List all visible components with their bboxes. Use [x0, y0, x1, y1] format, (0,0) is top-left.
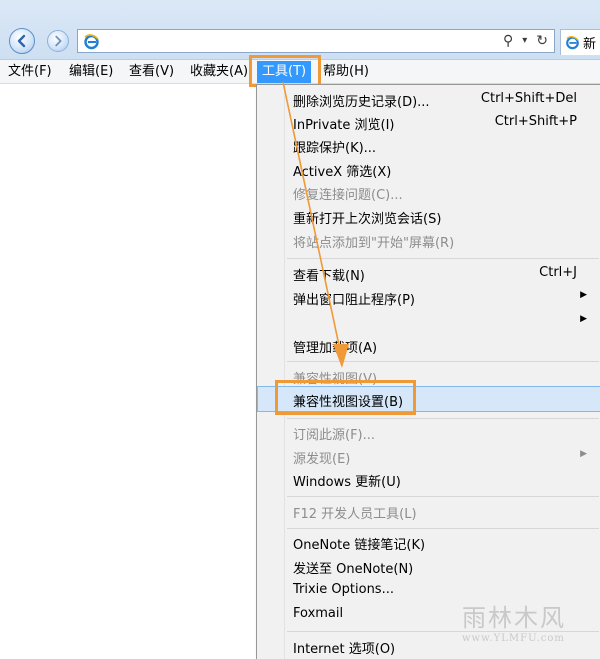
menu-view[interactable]: 查看(V) [129, 62, 174, 82]
menu-item-label: 查看下载(N) [293, 269, 365, 284]
menu-item-label: 源发现(E) [293, 452, 351, 467]
menu-item-onenote-linked[interactable]: OneNote 链接笔记(K) [257, 531, 600, 554]
menu-bar: 文件(F) 编辑(E) 查看(V) 收藏夹(A) 工具(T) 帮助(H) [0, 60, 600, 84]
menu-item-label: 发送至 OneNote(N) [293, 562, 414, 577]
menu-item-obscured[interactable]: ▶ [257, 310, 600, 333]
menu-item-send-to-onenote[interactable]: 发送至 OneNote(N) [257, 555, 600, 578]
menu-separator [287, 528, 599, 529]
menu-item-label: 兼容性视图设置(B) [293, 395, 404, 410]
menu-item-label: 重新打开上次浏览会话(S) [293, 212, 442, 227]
menu-item-activex-filter[interactable]: ActiveX 筛选(X) [257, 158, 600, 181]
menu-item-label: 删除浏览历史记录(D)... [293, 95, 430, 110]
browser-tab[interactable]: 新 [560, 29, 600, 55]
menu-tools[interactable]: 工具(T) [257, 61, 312, 83]
menu-item-manage-addons[interactable]: 管理加载项(A) [257, 334, 600, 357]
menu-item-foxmail[interactable]: Foxmail [257, 603, 600, 626]
menu-item-shortcut: Ctrl+Shift+P [494, 114, 577, 129]
menu-item-delete-history[interactable]: 删除浏览历史记录(D)... Ctrl+Shift+Del [257, 88, 600, 111]
ie-icon [566, 36, 579, 50]
submenu-arrow-icon: ▶ [580, 449, 587, 459]
ie-icon [84, 34, 99, 50]
menu-item-compat-view: 兼容性视图(V) [257, 365, 600, 388]
menu-separator [287, 361, 599, 362]
menu-item-reopen-session[interactable]: 重新打开上次浏览会话(S) [257, 205, 600, 228]
menu-item-label: InPrivate 浏览(I) [293, 118, 395, 133]
back-button[interactable] [9, 28, 35, 54]
menu-item-label: F12 开发人员工具(L) [293, 507, 417, 522]
menu-item-label: Windows 更新(U) [293, 475, 401, 490]
menu-item-label: 跟踪保护(K)... [293, 141, 377, 156]
menu-item-label: Foxmail [293, 606, 344, 621]
menu-item-fix-connection: 修复连接问题(C)... [257, 181, 600, 204]
menu-item-label: 订阅此源(F)... [293, 428, 376, 443]
search-icon[interactable]: ⚲ [503, 33, 513, 49]
menu-item-label: 管理加载项(A) [293, 341, 378, 356]
menu-item-label: OneNote 链接笔记(K) [293, 538, 426, 553]
menu-favorites[interactable]: 收藏夹(A) [190, 62, 248, 82]
browser-toolbar: ⚲ ▾ ↻ 新 [0, 0, 600, 60]
refresh-icon[interactable]: ↻ [536, 33, 548, 49]
menu-edit[interactable]: 编辑(E) [69, 62, 113, 82]
menu-item-inprivate[interactable]: InPrivate 浏览(I) Ctrl+Shift+P [257, 111, 600, 134]
menu-item-f12-tools: F12 开发人员工具(L) [257, 500, 600, 523]
back-arrow-icon [17, 34, 26, 48]
menu-item-shortcut: Ctrl+J [539, 265, 577, 280]
menu-item-tracking-protection[interactable]: 跟踪保护(K)... [257, 134, 600, 157]
menu-item-label: Internet 选项(O) [293, 642, 396, 657]
menu-item-label: 兼容性视图(V) [293, 372, 378, 387]
menu-item-feed-discovery: 源发现(E) ▶ [257, 445, 600, 468]
chevron-down-icon[interactable]: ▾ [522, 33, 527, 49]
menu-item-label: 将站点添加到"开始"屏幕(R) [293, 236, 455, 251]
menu-file[interactable]: 文件(F) [8, 62, 52, 82]
menu-item-internet-options[interactable]: Internet 选项(O) [257, 635, 600, 658]
submenu-arrow-icon: ▶ [580, 290, 587, 300]
menu-item-add-to-start: 将站点添加到"开始"屏幕(R) [257, 229, 600, 252]
menu-help[interactable]: 帮助(H) [323, 62, 369, 82]
menu-item-compat-view-settings[interactable]: 兼容性视图设置(B) [257, 386, 600, 412]
forward-arrow-icon [55, 35, 62, 47]
menu-separator [287, 418, 599, 419]
menu-item-shortcut: Ctrl+Shift+Del [480, 91, 577, 106]
menu-separator [287, 631, 599, 632]
menu-item-subscribe-feed: 订阅此源(F)... [257, 421, 600, 444]
submenu-arrow-icon: ▶ [580, 314, 587, 324]
menu-item-view-downloads[interactable]: 查看下载(N) Ctrl+J [257, 262, 600, 285]
forward-button[interactable] [47, 30, 69, 52]
menu-separator [287, 496, 599, 497]
menu-item-label: 修复连接问题(C)... [293, 188, 403, 203]
address-bar[interactable]: ⚲ ▾ ↻ [77, 29, 555, 53]
menu-item-windows-update[interactable]: Windows 更新(U) [257, 468, 600, 491]
menu-item-label: 弹出窗口阻止程序(P) [293, 293, 415, 308]
menu-item-label: ActiveX 筛选(X) [293, 165, 392, 180]
tab-label: 新 [583, 37, 597, 52]
menu-item-trixie-options[interactable]: Trixie Options... [257, 579, 600, 602]
tools-dropdown-menu: 删除浏览历史记录(D)... Ctrl+Shift+Del InPrivate … [256, 84, 600, 659]
menu-item-popup-blocker[interactable]: 弹出窗口阻止程序(P) ▶ [257, 286, 600, 309]
menu-item-label: Trixie Options... [293, 582, 394, 597]
menu-separator [287, 258, 599, 259]
